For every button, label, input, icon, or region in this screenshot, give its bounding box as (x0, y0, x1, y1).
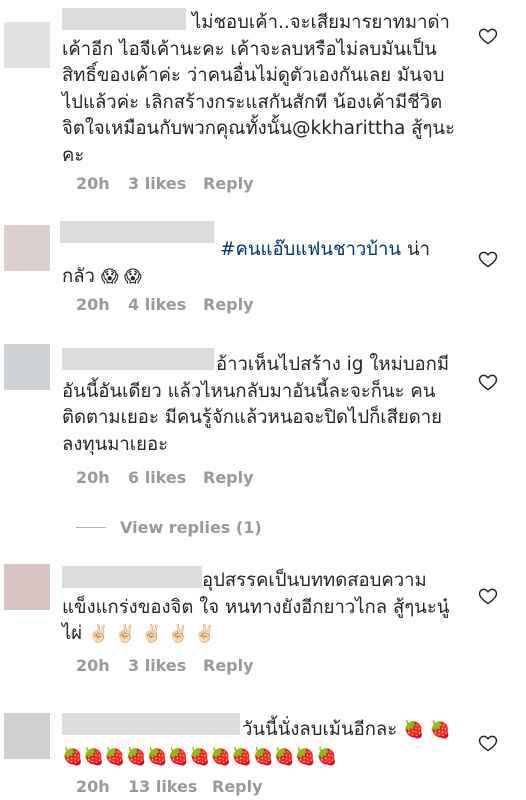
comment-1: ไม่ชอบเค้า..จะเสียมารยาทมาด่าเค้าอีก ไอจ… (0, 0, 526, 200)
timestamp: 20h (76, 656, 110, 675)
likes-count[interactable]: 4 likes (128, 295, 203, 314)
comment-text: วันนี้นั่งลบเม้นอีกละ 🍓 🍓🍓🍓🍓🍓🍓🍓🍓🍓🍓🍓🍓🍓🍓 (62, 717, 460, 770)
reply-button[interactable]: Reply (203, 295, 254, 314)
view-replies-button[interactable]: View replies (1) (76, 518, 262, 537)
likes-count[interactable]: 3 likes (128, 174, 203, 193)
avatar[interactable] (4, 225, 50, 271)
likes-count[interactable]: 13 likes (128, 777, 212, 796)
heart-icon[interactable] (478, 249, 498, 269)
avatar[interactable] (4, 22, 50, 68)
reply-button[interactable]: Reply (203, 656, 254, 675)
comment-5: วันนี้นั่งลบเม้นอีกละ 🍓 🍓🍓🍓🍓🍓🍓🍓🍓🍓🍓🍓🍓🍓🍓 2… (0, 705, 526, 800)
avatar[interactable] (4, 344, 50, 390)
comment-body: วันนี้นั่งลบเม้นอีกละ (242, 719, 398, 740)
comment-meta: 20h 6 likes Reply (76, 468, 254, 487)
comment-meta: 20h 13 likes Reply (76, 777, 263, 796)
heart-icon[interactable] (478, 586, 498, 606)
timestamp: 20h (76, 295, 110, 314)
comment-text: อุปสรรคเป็นบททดสอบความแข็งแกร่งของจิต ใจ… (62, 568, 460, 648)
view-replies-label[interactable]: View replies (1) (120, 518, 262, 537)
comment-4: อุปสรรคเป็นบททดสอบความแข็งแกร่งของจิต ใจ… (0, 558, 526, 688)
likes-count[interactable]: 6 likes (128, 468, 203, 487)
avatar[interactable] (4, 564, 50, 610)
hashtag-link[interactable]: #คนแอ๊บแฟนชาวบ้าน (220, 239, 401, 260)
heart-icon[interactable] (478, 733, 498, 753)
comment-3: อ้าวเห็นไปสร้าง ig ใหม่บอกมีอันนี้อันเดี… (0, 340, 526, 540)
avatar[interactable] (4, 713, 50, 759)
timestamp: 20h (76, 468, 110, 487)
emoji: 😱 😱 (100, 266, 142, 287)
comment-2: #คนแอ๊บแฟนชาวบ้าน น่ากลัว 😱 😱 20h 4 like… (0, 215, 526, 325)
reply-button[interactable]: Reply (212, 777, 263, 796)
reply-button[interactable]: Reply (203, 468, 254, 487)
timestamp: 20h (76, 777, 110, 796)
comment-text: ไม่ชอบเค้า..จะเสียมารยาทมาด่าเค้าอีก ไอจ… (62, 12, 455, 166)
emoji: ✌🏻 ✌🏻 ✌🏻 ✌🏻 ✌🏻 (88, 624, 216, 644)
comment-meta: 20h 4 likes Reply (76, 295, 254, 314)
comment-meta: 20h 3 likes Reply (76, 656, 254, 675)
comment-meta: 20h 3 likes Reply (76, 174, 254, 193)
heart-icon[interactable] (478, 372, 498, 392)
reply-button[interactable]: Reply (203, 174, 254, 193)
timestamp: 20h (76, 174, 110, 193)
comment-text: #คนแอ๊บแฟนชาวบ้าน น่ากลัว 😱 😱 (62, 237, 460, 290)
divider (76, 527, 106, 528)
likes-count[interactable]: 3 likes (128, 656, 203, 675)
heart-icon[interactable] (478, 26, 498, 46)
comment-text: อ้าวเห็นไปสร้าง ig ใหม่บอกมีอันนี้อันเดี… (62, 354, 450, 455)
